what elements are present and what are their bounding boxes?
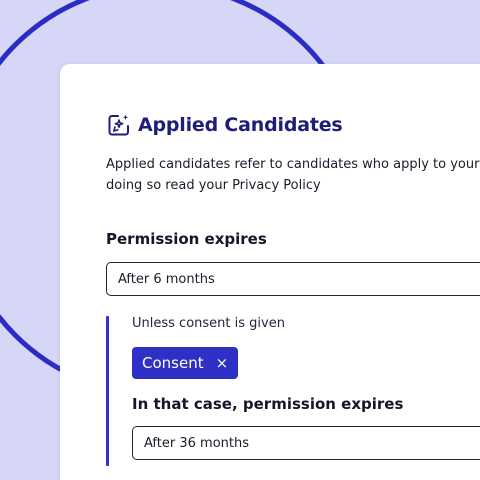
condition-label: Unless consent is given <box>132 316 285 331</box>
card-header: Applied Candidates <box>106 112 343 138</box>
description-line-1: Applied candidates refer to candidates w… <box>106 157 480 172</box>
permission-expires-label: Permission expires <box>106 230 267 248</box>
description-text: Applied candidates refer to candidates w… <box>106 154 480 196</box>
then-permission-expires-select[interactable]: After 36 months <box>132 426 480 460</box>
permission-expires-select[interactable]: After 6 months <box>106 262 480 296</box>
settings-card: Applied Candidates Applied candidates re… <box>60 64 480 480</box>
sparkle-edit-icon <box>108 114 129 136</box>
then-permission-expires-label: In that case, permission expires <box>132 395 404 413</box>
close-icon[interactable]: × <box>216 355 229 371</box>
consent-chip-label: Consent <box>142 354 204 372</box>
then-permission-expires-value: After 36 months <box>144 435 249 451</box>
condition-indicator-bar <box>106 316 109 466</box>
page-title: Applied Candidates <box>138 114 343 136</box>
permission-expires-value: After 6 months <box>118 271 215 287</box>
consent-chip[interactable]: Consent × <box>132 347 239 379</box>
description-line-2: doing so read your Privacy Policy <box>106 178 321 193</box>
